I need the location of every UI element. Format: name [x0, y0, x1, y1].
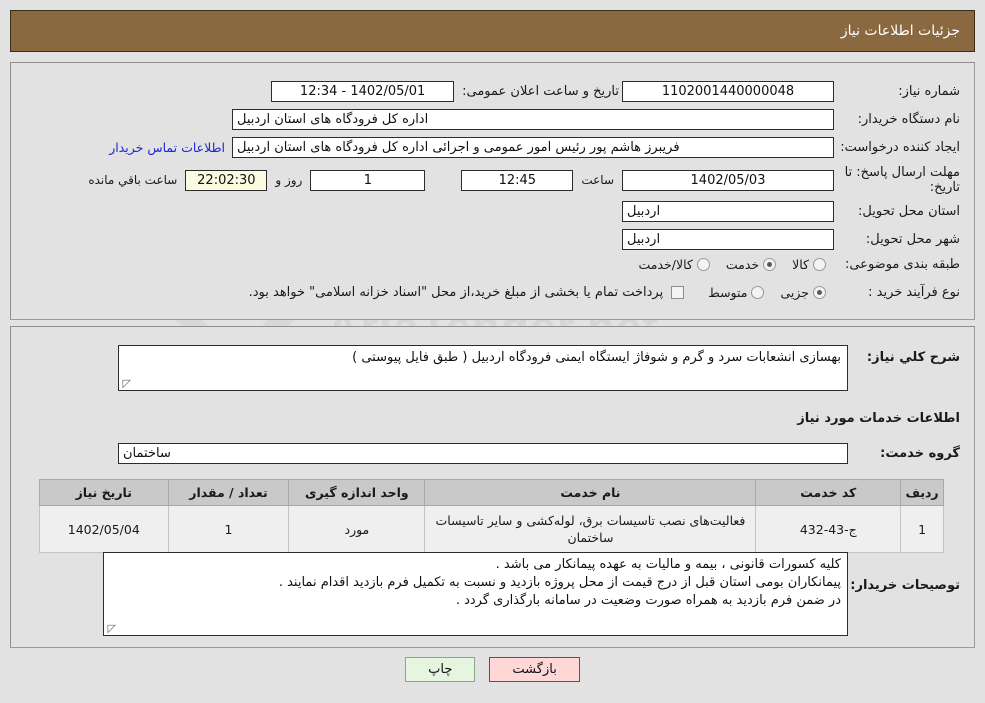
- cell-qty: 1: [167, 505, 290, 553]
- table-header-row: ردیف کد خدمت نام خدمت واحد اندازه گیری ت…: [39, 479, 944, 506]
- province-value: اردبیل: [622, 201, 834, 222]
- service-details-panel: شرح کلي نياز: بهسازی انشعابات سرد و گرم …: [10, 326, 975, 648]
- radio-category-kala-khedmat[interactable]: [696, 258, 710, 271]
- deadline-date-value: 1402/05/03: [622, 169, 834, 191]
- countdown-label: ساعت باقي مانده: [88, 173, 178, 187]
- days-label: روز و: [275, 173, 303, 187]
- buyer-org-value: اداره کل فرودگاه های استان اردبیل: [232, 109, 834, 130]
- need-number-value: 1102001440000048: [622, 81, 834, 102]
- city-label: شهر محل تحویل:: [865, 232, 960, 247]
- radio-purchase-jozei-label: جزیی: [780, 285, 809, 300]
- row-province: استان محل تحویل: اردبیل: [622, 201, 960, 222]
- service-group-value: ساختمان: [118, 443, 848, 464]
- th-date: تاریخ نیاز: [39, 479, 169, 506]
- th-unit: واحد اندازه گیری: [288, 479, 426, 506]
- buyer-note-line-2: پیمانکاران بومی استان قبل از درج قیمت از…: [278, 575, 841, 590]
- province-label: استان محل تحویل:: [858, 204, 960, 219]
- radio-category-kala[interactable]: [813, 258, 826, 271]
- row-services-heading: اطلاعات خدمات مورد نیاز: [797, 411, 960, 426]
- countdown-value: 22:02:30: [185, 169, 268, 191]
- time-label: ساعت: [581, 173, 614, 187]
- radio-category-kala-khedmat-label: کالا/خدمت: [638, 257, 693, 272]
- radio-purchase-jozei[interactable]: [813, 286, 826, 299]
- back-button[interactable]: بازگشت: [489, 657, 580, 682]
- print-button[interactable]: چاپ: [405, 657, 476, 682]
- city-value: اردبیل: [622, 229, 834, 250]
- table-row: 1 ج-43-432 فعالیت‌های نصب تاسیسات برق، ل…: [39, 505, 944, 553]
- radio-purchase-motavaset-label: متوسط: [708, 285, 748, 300]
- need-info-panel: شماره نیاز: 1102001440000048 تاریخ و ساع…: [10, 62, 975, 320]
- cell-code: ج-43-432: [755, 505, 902, 553]
- purchase-type-label: نوع فرآیند خرید :: [868, 285, 960, 300]
- category-label: طبقه بندی موضوعی:: [844, 257, 960, 272]
- deadline-label: مهلت ارسال پاسخ: تا تاریخ:: [844, 165, 960, 195]
- buyer-notes-label: توصیحات خریدار:: [850, 578, 960, 593]
- buyer-notes-textarea[interactable]: کلیه کسورات قانونی ، بیمه و مالیات به عه…: [103, 552, 848, 636]
- row-buyer-notes: توصیحات خریدار: کلیه کسورات قانونی ، بیم…: [103, 552, 960, 636]
- row-requester: ایجاد کننده درخواست: فریبرز هاشم پور رئی…: [109, 137, 960, 158]
- radio-category-kala-label: کالا: [792, 257, 809, 272]
- description-textarea[interactable]: بهسازی انشعابات سرد و گرم و شوفاژ ایستگا…: [118, 345, 848, 391]
- row-need-number: شماره نیاز: 1102001440000048: [622, 81, 960, 102]
- cell-unit: مورد: [288, 505, 426, 553]
- announce-label: تاریخ و ساعت اعلان عمومی:: [462, 84, 619, 99]
- buyer-note-line-3: در ضمن فرم بازدید به همراه صورت وضعیت در…: [455, 593, 841, 608]
- radio-category-khedmat[interactable]: [763, 258, 777, 271]
- buyer-note-line-1: کلیه کسورات قانونی ، بیمه و مالیات به عه…: [495, 557, 841, 572]
- treasury-checkbox[interactable]: [671, 286, 685, 299]
- cell-row: 1: [900, 505, 944, 553]
- radio-purchase-motavaset[interactable]: [751, 286, 765, 299]
- row-deadline: مهلت ارسال پاسخ: تا تاریخ: 1402/05/03 سا…: [88, 165, 960, 195]
- page-header: جزئیات اطلاعات نیاز: [10, 10, 975, 52]
- services-table: ردیف کد خدمت نام خدمت واحد اندازه گیری ت…: [39, 479, 944, 553]
- row-announce-date: تاریخ و ساعت اعلان عمومی: 1402/05/01 - 1…: [271, 81, 619, 102]
- remaining-days-value: 1: [310, 169, 426, 191]
- th-row: ردیف: [900, 479, 944, 506]
- description-value: بهسازی انشعابات سرد و گرم و شوفاژ ایستگا…: [352, 350, 841, 365]
- buyer-contact-link[interactable]: اطلاعات تماس خریدار: [109, 140, 225, 155]
- row-service-group: گروه خدمت: ساختمان: [118, 443, 960, 464]
- resize-grip-icon-2[interactable]: ◸: [106, 623, 116, 634]
- need-number-label: شماره نیاز:: [898, 84, 960, 99]
- category-radio-group[interactable]: کالا خدمت کالا/خدمت: [626, 257, 826, 272]
- row-category: طبقه بندی موضوعی: کالا خدمت کالا/خدمت: [626, 257, 960, 272]
- cell-name: فعالیت‌های نصب تاسیسات برق، لوله‌کشی و س…: [424, 505, 757, 553]
- page-title: جزئیات اطلاعات نیاز: [840, 23, 960, 39]
- deadline-time-value: 12:45: [461, 169, 574, 191]
- service-group-label: گروه خدمت:: [880, 446, 960, 461]
- action-buttons: بازگشت چاپ: [0, 657, 985, 682]
- announce-value: 1402/05/01 - 12:34: [271, 81, 455, 102]
- description-label: شرح کلي نياز:: [866, 350, 960, 365]
- buyer-org-label: نام دستگاه خریدار:: [857, 112, 960, 127]
- treasury-note: پرداخت تمام یا بخشی از مبلغ خرید،از محل …: [248, 285, 664, 300]
- row-description: شرح کلي نياز: بهسازی انشعابات سرد و گرم …: [118, 345, 960, 391]
- row-buyer-org: نام دستگاه خریدار: اداره کل فرودگاه های …: [232, 109, 960, 130]
- row-city: شهر محل تحویل: اردبیل: [622, 229, 960, 250]
- requester-value: فریبرز هاشم پور رئیس امور عمومی و اجرائی…: [232, 137, 834, 158]
- services-heading: اطلاعات خدمات مورد نیاز: [797, 411, 960, 426]
- th-code: کد خدمت: [755, 479, 902, 506]
- cell-date: 1402/05/04: [39, 505, 169, 553]
- row-purchase-type: نوع فرآیند خرید : جزیی متوسط پرداخت تمام…: [249, 285, 960, 300]
- th-qty: تعداد / مقدار: [167, 479, 290, 506]
- requester-label: ایجاد کننده درخواست:: [840, 140, 960, 155]
- purchase-radio-group[interactable]: جزیی متوسط: [696, 285, 826, 300]
- radio-category-khedmat-label: خدمت: [725, 257, 760, 272]
- th-name: نام خدمت: [424, 479, 757, 506]
- resize-grip-icon[interactable]: ◸: [121, 378, 131, 389]
